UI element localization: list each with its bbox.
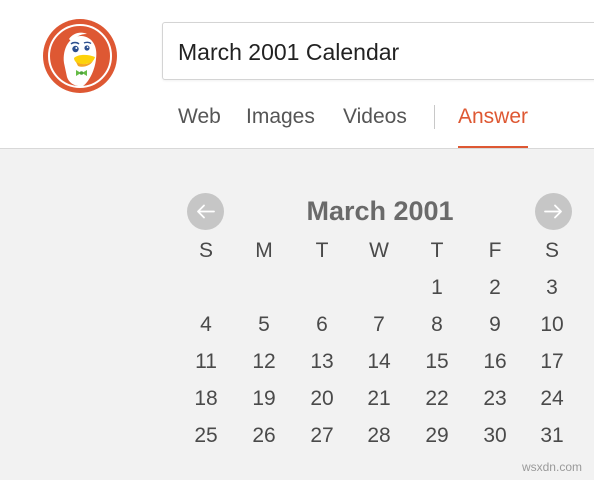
calendar-day[interactable]: 16 (466, 343, 524, 380)
calendar-day[interactable]: 17 (523, 343, 581, 380)
calendar-day[interactable]: 18 (177, 380, 235, 417)
calendar-day[interactable]: 4 (177, 306, 235, 343)
calendar-day[interactable]: 13 (293, 343, 351, 380)
arrow-left-icon (197, 204, 215, 219)
search-header: Web Images Videos Answer (0, 0, 594, 149)
calendar-day[interactable]: 8 (408, 306, 466, 343)
search-input[interactable] (178, 23, 578, 81)
calendar-day[interactable]: 25 (177, 417, 235, 454)
calendar-answer: March 2001 S M T W T F S 1 2 3 4 5 6 7 8… (0, 149, 594, 480)
calendar-day[interactable]: 26 (235, 417, 293, 454)
weekday-thursday: T (430, 239, 444, 262)
calendar-day[interactable]: 7 (350, 306, 408, 343)
tab-answer[interactable]: Answer (458, 100, 529, 148)
calendar-day[interactable]: 12 (235, 343, 293, 380)
duckduckgo-logo-icon[interactable] (43, 19, 117, 93)
calendar-day[interactable]: 11 (177, 343, 235, 380)
calendar-day[interactable]: 14 (350, 343, 408, 380)
calendar-day[interactable]: 29 (408, 417, 466, 454)
calendar-day[interactable]: 31 (523, 417, 581, 454)
calendar-day[interactable]: 10 (523, 306, 581, 343)
calendar-day[interactable]: 30 (466, 417, 524, 454)
calendar-day[interactable]: 9 (466, 306, 524, 343)
prev-month-button[interactable] (187, 193, 224, 230)
arrow-right-icon (544, 204, 562, 219)
next-month-button[interactable] (535, 193, 572, 230)
calendar-day[interactable]: 22 (408, 380, 466, 417)
weekday-friday: F (488, 239, 502, 262)
calendar-day[interactable]: 15 (408, 343, 466, 380)
calendar-day[interactable]: 27 (293, 417, 351, 454)
weekday-saturday: S (544, 239, 559, 262)
weekday-tuesday: T (315, 239, 329, 262)
calendar-day[interactable]: 20 (293, 380, 351, 417)
tab-divider (434, 105, 435, 129)
calendar-day[interactable]: 19 (235, 380, 293, 417)
tab-videos[interactable]: Videos (343, 100, 407, 148)
calendar-day[interactable]: 28 (350, 417, 408, 454)
weekday-sunday: S (198, 239, 213, 262)
watermark: wsxdn.com (521, 460, 582, 474)
calendar-day[interactable]: 23 (466, 380, 524, 417)
month-title: March 2001 (306, 196, 454, 226)
weekday-monday: M (255, 239, 273, 262)
search-box[interactable] (162, 22, 594, 81)
calendar-day[interactable]: 1 (408, 269, 466, 306)
tab-web[interactable]: Web (178, 100, 221, 148)
calendar-day[interactable]: 3 (523, 269, 581, 306)
calendar-day[interactable]: 6 (293, 306, 351, 343)
calendar-day[interactable]: 2 (466, 269, 524, 306)
tab-images[interactable]: Images (246, 100, 315, 148)
calendar-day[interactable]: 5 (235, 306, 293, 343)
calendar-day[interactable]: 24 (523, 380, 581, 417)
weekday-wednesday: W (369, 239, 389, 262)
calendar-day[interactable]: 21 (350, 380, 408, 417)
